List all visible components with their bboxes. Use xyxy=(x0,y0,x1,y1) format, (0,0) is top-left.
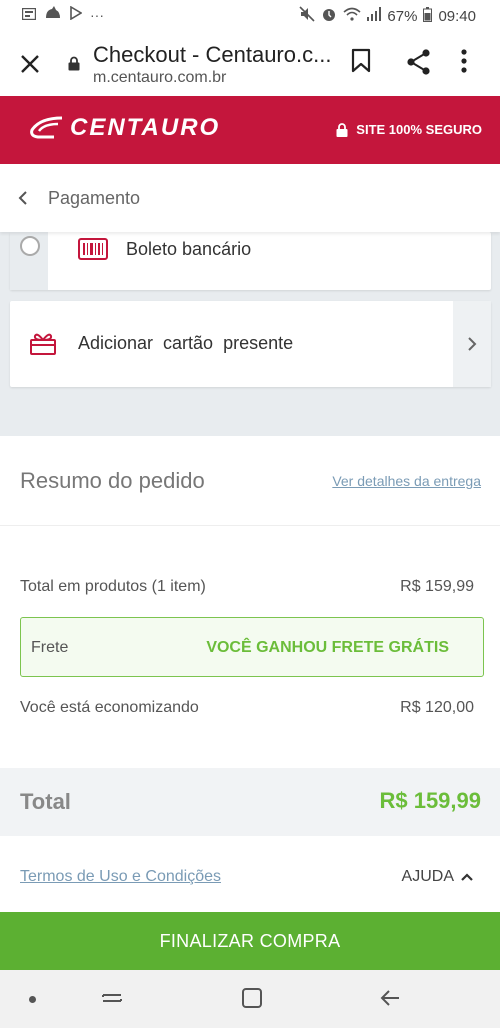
wifi-icon xyxy=(343,7,361,25)
system-nav-bar xyxy=(0,970,500,1028)
savings-label: Você está economizando xyxy=(20,699,199,716)
close-button[interactable] xyxy=(14,48,46,80)
page-title: Checkout - Centauro.c... xyxy=(93,42,332,67)
status-system: 67% 09:40 xyxy=(299,6,476,26)
assistant-dot[interactable] xyxy=(29,996,36,1003)
gallery-icon xyxy=(21,7,37,23)
shipping-label: Frete xyxy=(31,639,69,656)
signal-icon xyxy=(367,7,382,25)
app-notification-icon xyxy=(44,6,62,23)
battery-percent: 67% xyxy=(387,7,418,25)
close-icon xyxy=(21,55,39,73)
secure-label: SITE 100% SEGURO xyxy=(356,122,482,137)
total-value: R$ 159,99 xyxy=(379,788,481,813)
share-icon xyxy=(407,49,430,75)
more-notifications-icon: ··· xyxy=(90,6,104,23)
back-arrow-icon[interactable] xyxy=(378,986,402,1010)
chevron-left-icon xyxy=(18,191,27,205)
centauro-mark-icon xyxy=(30,116,63,139)
boleto-label: Boleto bancário xyxy=(126,239,252,259)
status-bar: ··· 67% 09:40 xyxy=(0,0,500,32)
site-header: CENTAURO SITE 100% SEGURO xyxy=(0,96,500,164)
payment-section: Pagamento Boleto bancário Adicionar cart… xyxy=(0,164,500,436)
share-button[interactable] xyxy=(405,48,435,80)
status-notifications: ··· xyxy=(21,5,104,23)
gift-icon xyxy=(30,331,56,360)
products-total-value: R$ 159,99 xyxy=(400,578,474,595)
shipping-box: Frete VOCÊ GANHOU FRETE GRÁTIS xyxy=(20,617,484,677)
boleto-option[interactable]: Boleto bancário xyxy=(10,232,491,290)
chevron-up-icon xyxy=(461,873,473,881)
more-vert-icon xyxy=(461,49,467,73)
bookmark-button[interactable] xyxy=(350,48,376,80)
home-icon[interactable] xyxy=(240,986,264,1010)
play-store-icon xyxy=(70,5,83,23)
clock: 09:40 xyxy=(438,7,476,25)
battery-icon xyxy=(423,6,433,26)
alarm-icon xyxy=(321,6,337,26)
boleto-radio[interactable] xyxy=(20,236,40,256)
centauro-logo[interactable]: CENTAURO xyxy=(28,114,220,142)
overflow-menu-button[interactable] xyxy=(460,48,482,80)
total-bar: Total R$ 159,99 xyxy=(0,768,500,836)
browser-toolbar: Checkout - Centauro.c... m.centauro.com.… xyxy=(0,32,500,96)
chevron-right-icon xyxy=(468,337,477,351)
mute-icon xyxy=(299,6,315,26)
recents-icon[interactable] xyxy=(100,986,124,1010)
lock-icon xyxy=(336,122,348,137)
lock-icon xyxy=(68,56,80,76)
terms-link[interactable]: Termos de Uso e Condições xyxy=(20,868,221,886)
radio-column xyxy=(10,232,48,290)
total-label: Total xyxy=(20,789,71,814)
gift-card-label: Adicionar cartão presente xyxy=(78,333,294,353)
gift-card-arrow[interactable] xyxy=(453,301,491,387)
page-url[interactable]: m.centauro.com.br xyxy=(93,69,226,87)
secure-site-badge: SITE 100% SEGURO xyxy=(336,122,482,137)
payment-header[interactable]: Pagamento xyxy=(0,164,500,232)
savings-value: R$ 120,00 xyxy=(400,699,474,716)
finalize-purchase-button[interactable]: FINALIZAR COMPRA xyxy=(0,912,500,970)
summary-title: Resumo do pedido xyxy=(20,468,205,493)
products-total-label: Total em produtos (1 item) xyxy=(20,578,206,595)
barcode-icon xyxy=(78,238,108,265)
free-shipping-value: VOCÊ GANHOU FRETE GRÁTIS xyxy=(206,639,449,656)
payment-title: Pagamento xyxy=(48,188,141,208)
gift-card-option[interactable]: Adicionar cartão presente xyxy=(10,301,491,387)
bookmark-icon xyxy=(351,48,371,73)
brand-name: CENTAURO xyxy=(70,114,221,141)
order-summary-header: Resumo do pedido Ver detalhes da entrega xyxy=(0,436,500,526)
delivery-details-link[interactable]: Ver detalhes da entrega xyxy=(332,473,481,489)
help-label: AJUDA xyxy=(401,868,454,885)
help-button[interactable]: AJUDA xyxy=(402,868,474,886)
